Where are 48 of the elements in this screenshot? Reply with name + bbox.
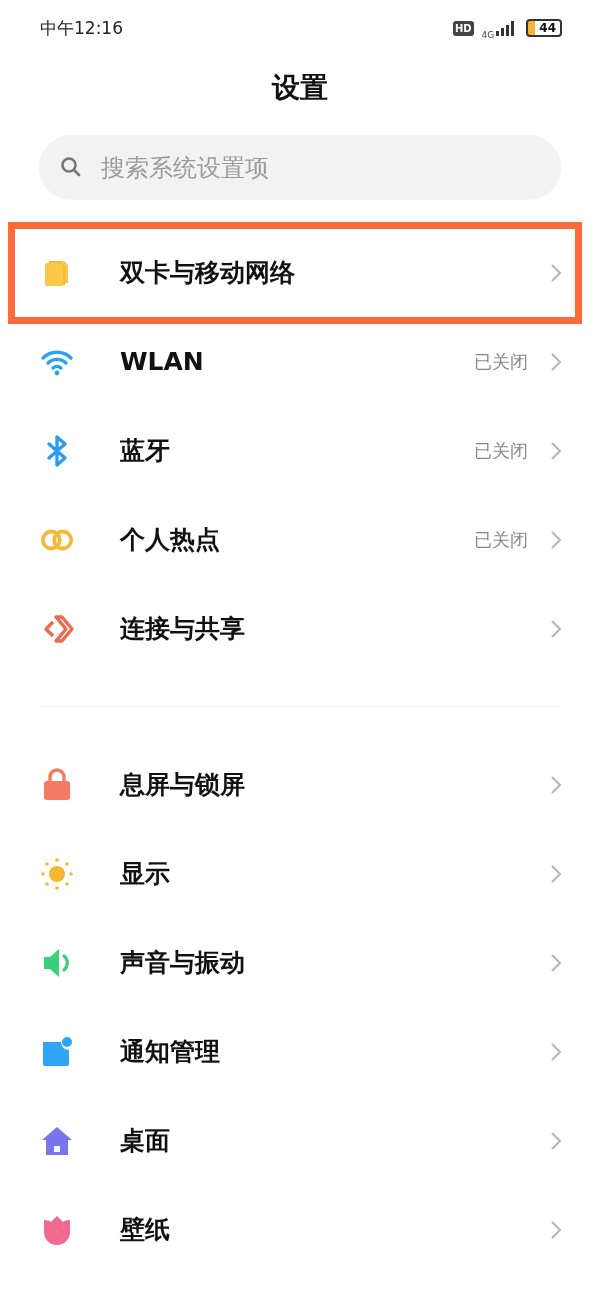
chevron-right-icon [550,952,562,973]
chevron-right-icon [550,1130,562,1151]
tulip-icon [42,1213,72,1246]
item-label: 壁纸 [120,1214,171,1246]
item-status: 已关闭 [474,527,528,552]
settings-item[interactable]: 双卡与移动网络 [0,228,600,317]
settings-item[interactable]: 通知管理 [0,1007,600,1096]
item-label: 连接与共享 [120,613,246,645]
sun-icon [40,856,74,891]
settings-item[interactable]: 壁纸 [0,1185,600,1274]
chevron-right-icon [550,863,562,884]
battery-indicator: 44 [526,19,562,37]
item-label: 蓝牙 [120,435,171,467]
item-label: 显示 [120,858,171,890]
item-label: 息屏与锁屏 [120,769,246,801]
chevron-right-icon [550,351,562,372]
lock-icon [42,767,72,802]
item-label: 桌面 [120,1125,171,1157]
chevron-right-icon [550,440,562,461]
item-label: 声音与振动 [120,947,246,979]
settings-item[interactable]: 显示 [0,829,600,918]
search-field[interactable]: 搜索系统设置项 [39,135,561,200]
chevron-right-icon [550,262,562,283]
item-status: 已关闭 [474,438,528,463]
settings-item[interactable]: 息屏与锁屏 [0,740,600,829]
page-title: 设置 [270,70,329,106]
chevron-right-icon [550,1219,562,1240]
notification-icon [41,1035,73,1068]
item-label: 双卡与移动网络 [120,257,296,289]
chevron-right-icon [550,618,562,639]
chevron-right-icon [550,1041,562,1062]
settings-item[interactable]: 个人热点 已关闭 [0,495,600,584]
status-time: 中午12:16 [40,16,123,40]
chevron-right-icon [550,529,562,550]
chevron-right-icon [550,774,562,795]
item-label: 通知管理 [120,1036,221,1068]
network-type: 4G [481,30,495,40]
item-status: 已关闭 [474,349,528,374]
settings-item[interactable]: 蓝牙 已关闭 [0,406,600,495]
settings-item[interactable]: 桌面 [0,1096,600,1185]
settings-item[interactable]: WLAN 已关闭 [0,317,600,406]
settings-item[interactable]: 连接与共享 [0,584,600,673]
item-label: WLAN [120,347,205,376]
search-icon [59,155,83,179]
settings-item[interactable]: 声音与振动 [0,918,600,1007]
hd-badge: HD [452,20,474,36]
house-icon [41,1124,73,1157]
item-label: 个人热点 [120,524,221,556]
